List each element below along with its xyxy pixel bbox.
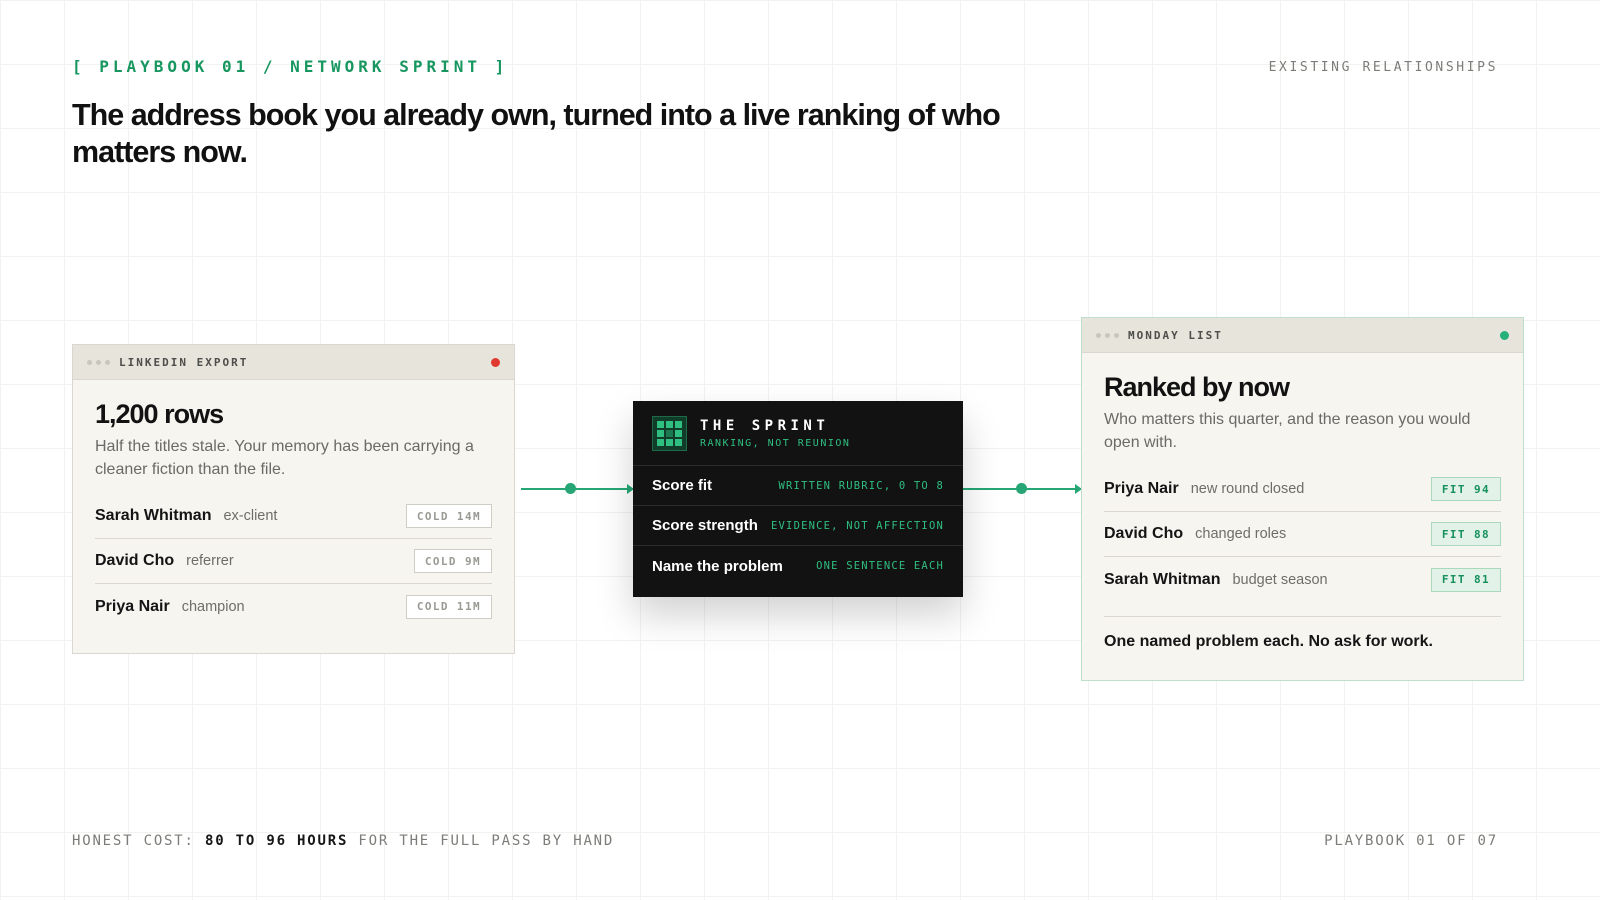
step-label: Name the problem bbox=[652, 557, 783, 575]
status-dot-icon bbox=[491, 358, 500, 367]
step-detail: ONE SENTENCE EACH bbox=[816, 560, 944, 572]
ranked-list: Priya Nair new round closed FIT 94 David… bbox=[1104, 467, 1501, 602]
card-title: 1,200 rows bbox=[95, 399, 224, 429]
fit-badge: FIT 88 bbox=[1430, 522, 1501, 546]
step-label: Score fit bbox=[652, 477, 713, 494]
window-title: MONDAY LIST bbox=[1128, 328, 1223, 342]
linkedin-export-card: LINKEDIN EXPORT 1,200 rows Half the titl… bbox=[72, 344, 515, 654]
contact-name: Priya Nair bbox=[95, 597, 170, 615]
list-item: Priya Nair new round closed FIT 94 bbox=[1104, 467, 1501, 512]
window-dots-icon bbox=[87, 359, 110, 365]
list-item: David Cho referrer COLD 9M bbox=[95, 539, 492, 584]
step-detail: EVIDENCE, NOT AFFECTION bbox=[771, 519, 944, 532]
cost-prefix: HONEST COST: bbox=[72, 833, 195, 849]
sprint-step: Name the problem ONE SENTENCE EACH bbox=[633, 546, 963, 586]
connector-dot-right bbox=[1016, 483, 1027, 494]
contact-list: Sarah Whitman ex-client COLD 14M David C… bbox=[95, 494, 492, 629]
sprint-header: THE SPRINT RANKING, NOT REUNION bbox=[633, 401, 963, 466]
contact-name: Priya Nair bbox=[1104, 480, 1179, 497]
contact-name: Sarah Whitman bbox=[95, 507, 212, 524]
contact-reason: changed roles bbox=[1195, 526, 1287, 542]
contact-name: David Cho bbox=[95, 552, 175, 569]
card-title: Ranked by now bbox=[1104, 372, 1290, 402]
sprint-panel: THE SPRINT RANKING, NOT REUNION Score fi… bbox=[633, 401, 963, 597]
status-badge: COLD 14M bbox=[405, 504, 492, 528]
list-item: Sarah Whitman budget season FIT 81 bbox=[1104, 557, 1501, 602]
window-bar: LINKEDIN EXPORT bbox=[73, 345, 514, 380]
cost-value: 80 TO 96 HOURS bbox=[204, 833, 349, 849]
contact-role: champion bbox=[181, 598, 245, 615]
page-indicator: PLAYBOOK 01 OF 07 bbox=[1324, 833, 1498, 849]
cost-note: HONEST COST: 80 TO 96 HOURS FOR THE FULL… bbox=[72, 833, 614, 849]
list-item: Priya Nair champion COLD 11M bbox=[95, 584, 492, 629]
status-badge: COLD 11M bbox=[405, 594, 492, 619]
list-item: Sarah Whitman ex-client COLD 14M bbox=[95, 494, 492, 539]
card-description: Who matters this quarter, and the reason… bbox=[1104, 411, 1471, 451]
contact-reason: new round closed bbox=[1190, 481, 1305, 497]
cost-suffix: FOR THE FULL PASS BY HAND bbox=[358, 833, 615, 849]
sprint-step: Score strength EVIDENCE, NOT AFFECTION bbox=[633, 506, 963, 546]
connector-dot-left bbox=[565, 483, 576, 494]
page-title: The address book you already own, turned… bbox=[72, 98, 1001, 169]
fit-badge: FIT 81 bbox=[1430, 567, 1501, 592]
contact-role: ex-client bbox=[223, 508, 278, 524]
step-label: Score strength bbox=[652, 517, 758, 534]
step-detail: WRITTEN RUBRIC, 0 TO 8 bbox=[778, 479, 944, 492]
eyebrow-label: [ PLAYBOOK 01 / NETWORK SPRINT ] bbox=[72, 57, 509, 76]
connector-left bbox=[521, 488, 633, 490]
sprint-step: Score fit WRITTEN RUBRIC, 0 TO 8 bbox=[633, 466, 963, 506]
window-bar: MONDAY LIST bbox=[1082, 318, 1523, 353]
card-footer-note: One named problem each. No ask for work. bbox=[1104, 616, 1501, 651]
contact-reason: budget season bbox=[1232, 571, 1328, 588]
card-description: Half the titles stale. Your memory has b… bbox=[95, 438, 474, 478]
fit-badge: FIT 94 bbox=[1430, 477, 1501, 501]
window-title: LINKEDIN EXPORT bbox=[119, 355, 249, 369]
grid-icon bbox=[652, 415, 687, 451]
sprint-subtitle: RANKING, NOT REUNION bbox=[700, 437, 851, 449]
contact-role: referrer bbox=[186, 553, 234, 569]
sprint-title: THE SPRINT bbox=[700, 417, 830, 434]
contact-name: David Cho bbox=[1104, 525, 1184, 542]
status-badge: COLD 9M bbox=[413, 549, 492, 573]
window-dots-icon bbox=[1096, 332, 1119, 338]
status-dot-icon bbox=[1500, 331, 1509, 340]
list-item: David Cho changed roles FIT 88 bbox=[1104, 512, 1501, 557]
monday-list-card: MONDAY LIST Ranked by now Who matters th… bbox=[1081, 317, 1524, 681]
section-tag: EXISTING RELATIONSHIPS bbox=[1268, 60, 1498, 75]
contact-name: Sarah Whitman bbox=[1104, 570, 1221, 588]
